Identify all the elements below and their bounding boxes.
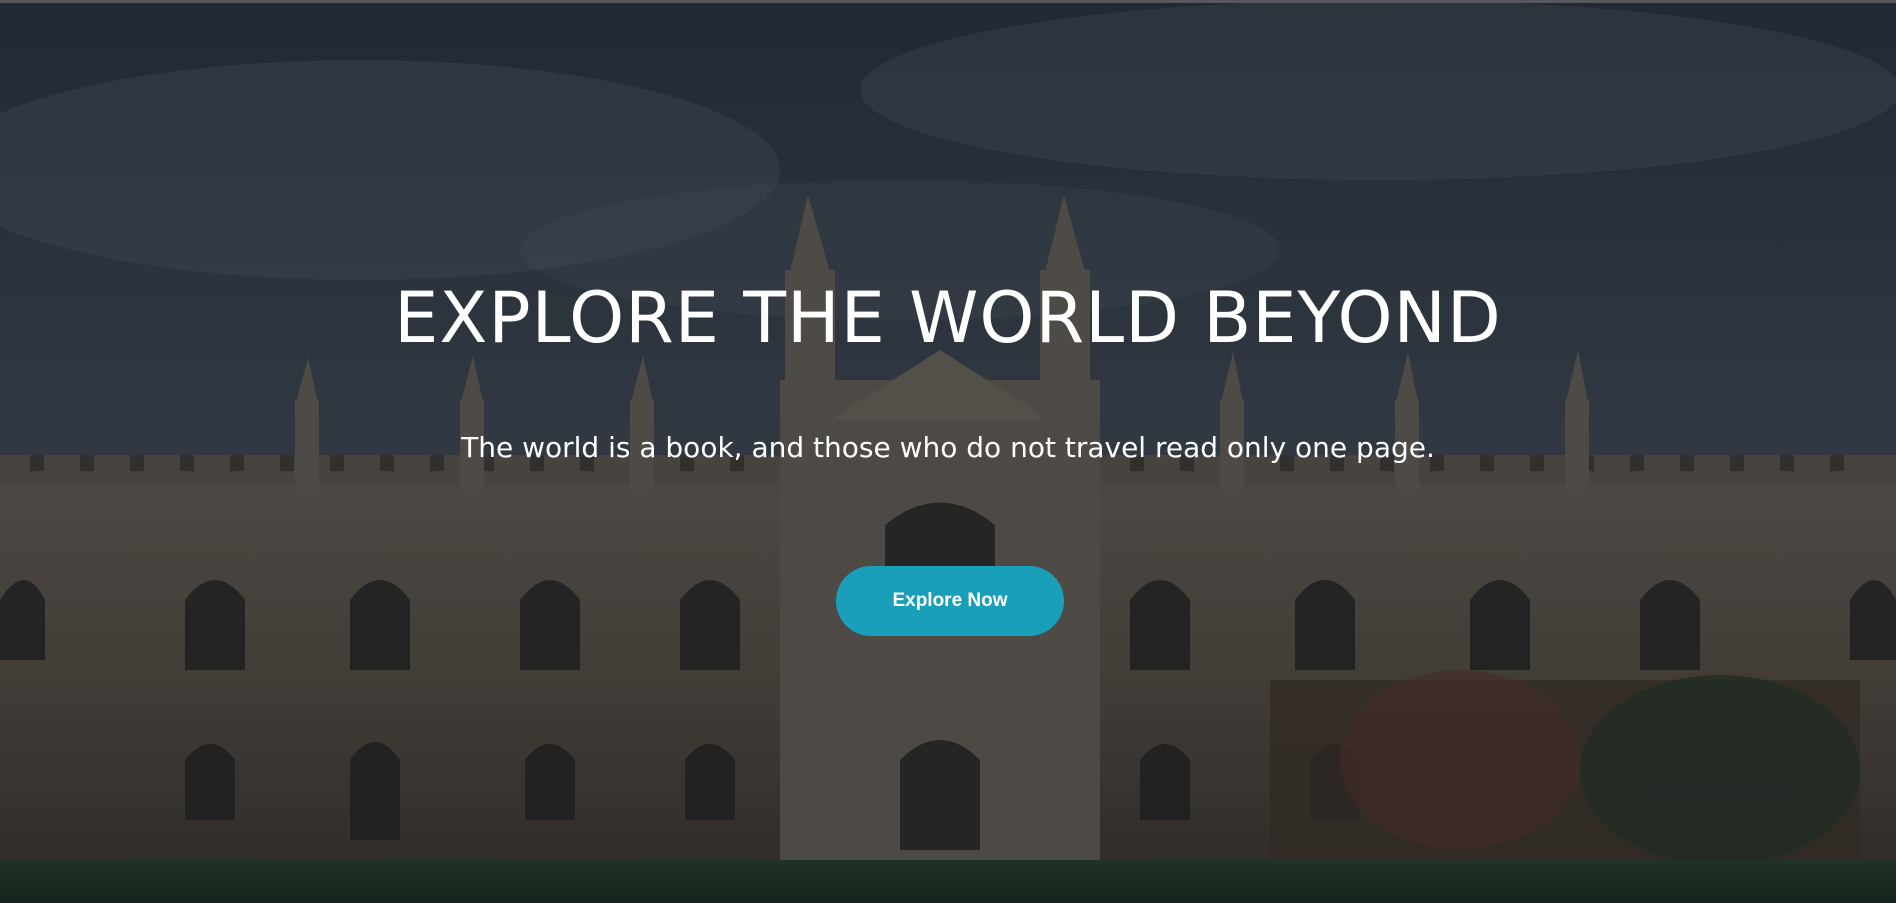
explore-now-button[interactable]: Explore Now [836,566,1064,636]
hero-content: EXPLORE THE WORLD BEYOND The world is a … [0,0,1896,903]
hero-title: EXPLORE THE WORLD BEYOND [394,277,1502,359]
hero-subtitle: The world is a book, and those who do no… [461,431,1435,464]
hero-section: EXPLORE THE WORLD BEYOND The world is a … [0,0,1896,903]
